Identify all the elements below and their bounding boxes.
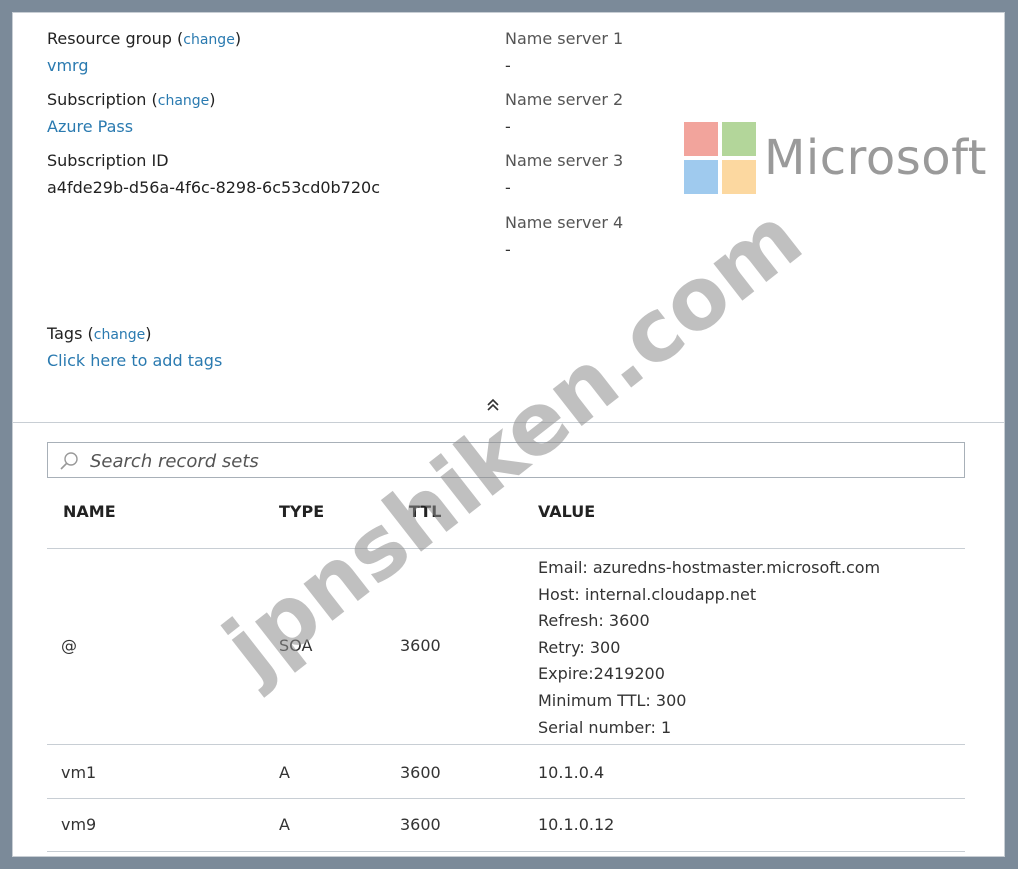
name-server-1-label: Name server 1 <box>505 29 624 48</box>
row-2-value: 10.1.0.4 <box>538 763 605 782</box>
name-server-2-label: Name server 2 <box>505 90 624 109</box>
name-server-4-label: Name server 4 <box>505 213 624 232</box>
search-box[interactable] <box>47 442 965 478</box>
logo-square-blue <box>684 160 718 194</box>
subscription-change-link[interactable]: change <box>158 93 210 109</box>
add-tags-link[interactable]: Click here to add tags <box>47 351 222 370</box>
row-2-name: vm1 <box>61 763 97 782</box>
search-input[interactable] <box>88 447 952 475</box>
logo-text: Microsoft <box>764 130 987 186</box>
subscription-id-value: a4fde29b-d56a-4f6c-8298-6c53cd0b720c <box>47 178 381 197</box>
name-server-2-value: - <box>505 117 511 136</box>
name-server-3-value: - <box>505 178 511 197</box>
subscription-label-text: Subscription <box>47 90 147 109</box>
soa-serial-number: Serial number: 1 <box>538 717 672 737</box>
tags-change-link[interactable]: change <box>94 327 146 343</box>
subscription-label: Subscription (change) <box>47 90 216 109</box>
column-header-value[interactable]: VALUE <box>538 502 595 521</box>
soa-host: Host: internal.cloudapp.net <box>538 584 757 604</box>
column-header-name[interactable]: NAME <box>63 502 116 521</box>
row-2-ttl: 3600 <box>400 763 441 782</box>
name-server-1-value: - <box>505 56 511 75</box>
subscription-value[interactable]: Azure Pass <box>47 117 133 136</box>
row-3-type: A <box>279 815 290 834</box>
row-2-type: A <box>279 763 290 782</box>
logo-square-green <box>722 122 756 156</box>
logo-square-red <box>684 122 718 156</box>
microsoft-logo: Microsoft <box>684 122 1004 202</box>
row-1-ttl: 3600 <box>400 636 441 655</box>
resource-group-label: Resource group (change) <box>47 29 242 48</box>
name-server-4-value: - <box>505 240 511 259</box>
row-3-name: vm9 <box>61 815 97 834</box>
row-3-ttl: 3600 <box>400 815 441 834</box>
soa-expire: Expire:2419200 <box>538 664 665 684</box>
row-3-value: 10.1.0.12 <box>538 815 615 834</box>
row-1-value: Email: azuredns-hostmaster.microsoft.com… <box>538 555 880 741</box>
soa-refresh: Refresh: 3600 <box>538 611 650 631</box>
soa-retry: Retry: 300 <box>538 637 621 657</box>
column-header-ttl[interactable]: TTL <box>409 502 441 521</box>
row-divider <box>47 851 965 852</box>
dns-zone-panel: Resource group (change) vmrg Subscriptio… <box>12 12 1005 857</box>
resource-group-change-link[interactable]: change <box>183 32 235 48</box>
resource-group-label-text: Resource group <box>47 29 172 48</box>
row-divider <box>47 798 965 799</box>
soa-minimum-ttl: Minimum TTL: 300 <box>538 690 687 710</box>
resource-group-value[interactable]: vmrg <box>47 56 89 75</box>
row-1-type: SOA <box>279 636 313 655</box>
row-1-name: @ <box>61 636 77 655</box>
soa-email: Email: azuredns-hostmaster.microsoft.com <box>538 558 881 577</box>
section-divider <box>13 422 1004 423</box>
subscription-id-label: Subscription ID <box>47 151 169 170</box>
tags-label: Tags (change) <box>47 324 152 343</box>
header-divider <box>47 548 965 549</box>
column-header-type[interactable]: TYPE <box>279 502 324 521</box>
search-icon <box>58 450 80 472</box>
name-server-3-label: Name server 3 <box>505 151 624 170</box>
row-divider <box>47 744 965 745</box>
tags-label-text: Tags <box>47 324 83 343</box>
logo-square-yellow <box>722 160 756 194</box>
collapse-chevron-icon[interactable] <box>483 397 503 417</box>
